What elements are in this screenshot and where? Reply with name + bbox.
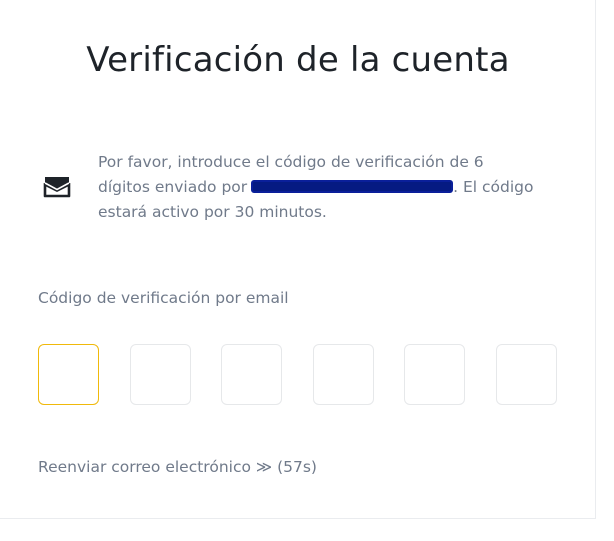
resend-email-link[interactable]: Reenviar correo electrónico ≫ (57s) (38, 458, 317, 476)
notice-line-2-prefix: dígitos enviado por (98, 178, 248, 196)
code-digit-box[interactable] (221, 344, 282, 405)
redacted-email (251, 180, 454, 193)
code-digit-box[interactable] (496, 344, 557, 405)
resend-countdown: (57s) (277, 458, 317, 476)
verification-page: Verificación de la cuenta Por favor, int… (0, 0, 614, 541)
notice-line-1: Por favor, introduce el código de verifi… (98, 153, 484, 171)
code-digit-box[interactable] (130, 344, 191, 405)
code-digit-box[interactable] (404, 344, 465, 405)
notice-line-3: estará activo por 30 minutos. (98, 203, 327, 221)
notice-line-2: dígitos enviado por . El código (98, 175, 568, 200)
code-input-group (38, 344, 557, 407)
code-digit-box[interactable] (38, 344, 99, 405)
code-digit-box[interactable] (313, 344, 374, 405)
verification-notice: Por favor, introduce el código de verifi… (98, 150, 568, 225)
notice-line-2-suffix: . El código (453, 178, 534, 196)
double-chevron-right-icon: ≫ (255, 458, 273, 476)
resend-label: Reenviar correo electrónico (38, 458, 251, 476)
page-title: Verificación de la cuenta (86, 40, 510, 80)
envelope-icon (43, 177, 71, 198)
code-field-label: Código de verificación por email (38, 289, 289, 307)
